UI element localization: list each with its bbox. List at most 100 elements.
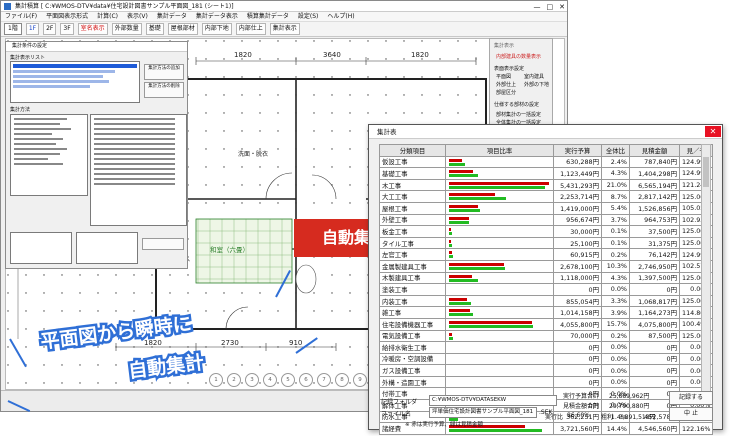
profit-value: 3,891,518円 — [619, 414, 656, 421]
table-row[interactable]: 仮設工事 630,288円 2.4% 787,840円 124.99% — [379, 155, 714, 169]
table-row[interactable]: 板金工事 30,000円 0.1% 37,500円 125.00% — [379, 225, 714, 238]
category-cell: 給排水衛生工事 — [379, 341, 446, 354]
category-tree[interactable] — [10, 114, 88, 196]
save-record-button[interactable]: 記録する — [669, 391, 713, 405]
menu-calc[interactable]: 計算(C) — [97, 12, 118, 21]
column-header: 項目比率 — [445, 144, 554, 157]
minimize-icon[interactable]: — — [534, 2, 541, 11]
ratio-bar-cell — [445, 317, 554, 331]
folder-field[interactable]: C:¥WMOS-DTV¥DATASEKW — [429, 395, 557, 406]
budget-bar — [449, 228, 451, 232]
interior-base-tool[interactable]: 内部下地 — [201, 23, 232, 35]
table-row[interactable]: 塗装工事0円0.0%0円0.00% — [379, 283, 714, 296]
ratio-bar-cell — [445, 375, 554, 389]
floor-select[interactable]: 1階 — [4, 23, 22, 35]
file-name-field[interactable]: 坪単価住宅設計図書サンプル平面図_181 — [429, 407, 537, 418]
method-table[interactable] — [90, 114, 187, 226]
unit-price-box[interactable] — [10, 232, 72, 264]
display-option-box[interactable] — [76, 232, 138, 264]
budget-total-label: 実行予算合計 — [563, 393, 600, 400]
category-cell: 外構・造園工事 — [379, 375, 446, 389]
floor-3f-button[interactable]: 3F — [60, 23, 74, 35]
floor-2f-button[interactable]: 2F — [43, 23, 57, 35]
grid-marker: 1 — [209, 373, 223, 387]
toolbar: 1階 1F 2F 3F 室名表示 外部数量 基礎 屋根部材 内部下地 内部仕上 … — [1, 22, 567, 37]
budget-bar — [449, 262, 504, 266]
table-row[interactable]: 木製建具工事 1,118,000円 4.3% 1,397,500円 125.00% — [379, 271, 714, 285]
table-row[interactable]: 金属製建具工事 2,678,100円 10.3% 2,746,950円 102.57% — [379, 259, 714, 273]
section-label: 集計方法 — [10, 107, 31, 113]
dimension-label: 1820 — [234, 51, 252, 59]
maximize-icon[interactable]: □ — [547, 2, 554, 11]
estimate-bar — [449, 266, 505, 270]
exterior-qty-tool[interactable]: 外部数量 — [111, 23, 142, 35]
aggregate-view-tool[interactable]: 集計表示 — [269, 23, 300, 35]
grid-marker: 2 — [227, 373, 241, 387]
room-name-tool[interactable]: 室名表示 — [77, 23, 108, 35]
category-cell: 仮設工事 — [379, 155, 446, 169]
table-row[interactable]: ガス設備工事0円0.0%0円0.00% — [379, 364, 714, 377]
table-row[interactable]: 電気設備工事 70,000円 0.2% 87,500円 125.00% — [379, 329, 714, 343]
section-label: 集計表示リスト — [10, 55, 46, 61]
table-row[interactable]: 内装工事 855,054円 3.3% 1,068,817円 125.00% — [379, 294, 714, 308]
aggregate-list[interactable] — [10, 61, 140, 103]
scrollbar-thumb[interactable] — [703, 157, 709, 187]
panel-option[interactable]: 部屋区分 — [496, 89, 516, 96]
menu-estimate-data[interactable]: 積算集計データ — [247, 12, 289, 21]
menu-help[interactable]: ヘルプ(H) — [327, 12, 354, 21]
table-row[interactable]: 給排水衛生工事0円0.0%0円0.00% — [379, 341, 714, 354]
ratio-bar-cell — [445, 352, 554, 366]
table-row[interactable]: 左官工事 60,915円 0.2% 76,142円 124.99% — [379, 248, 714, 261]
estimate-cell: 1,068,817円 — [629, 294, 680, 308]
estimate-bar — [449, 185, 545, 189]
budget-cell: 70,000円 — [553, 329, 602, 343]
delete-method-button[interactable]: 集計方法の削除 — [144, 82, 184, 98]
add-method-button[interactable]: 集計方法の追加 — [144, 64, 184, 80]
close-icon[interactable]: ✕ — [705, 126, 721, 137]
menu-plan-format[interactable]: 平面図表示形式 — [46, 12, 88, 21]
interior-finish-tool[interactable]: 内部仕上 — [235, 23, 266, 35]
table-scrollbar[interactable] — [701, 144, 711, 397]
table-row[interactable]: 雑工事 1,014,158円 3.9% 1,164,273円 114.80% — [379, 306, 714, 319]
window-title: 集計積算 [ C:¥WMOS-DTV¥data¥住宅設計図書サンプル平面図_18… — [15, 3, 234, 10]
panel-option[interactable]: 外部仕上 — [496, 81, 516, 88]
menu-view[interactable]: 表示(V) — [127, 12, 148, 21]
category-cell: 木工事 — [379, 178, 446, 192]
floor-1f-button[interactable]: 1F — [25, 23, 40, 35]
table-row[interactable]: 外構・造園工事0円0.0%0円0.00% — [379, 375, 714, 389]
roof-tool[interactable]: 屋根部材 — [167, 23, 198, 35]
table-row[interactable]: 大工工事 2,253,714円 8.7% 2,817,142円 125.00% — [379, 190, 714, 203]
ratio-bar-cell — [445, 167, 554, 180]
panel-ok-button[interactable] — [142, 238, 184, 250]
category-cell: タイル工事 — [379, 236, 446, 250]
panel-option[interactable]: 外部の下地 — [524, 81, 549, 88]
table-row[interactable]: タイル工事 25,100円 0.1% 31,375円 125.00% — [379, 236, 714, 250]
menu-aggregate-view[interactable]: 集計データ表示 — [196, 12, 238, 21]
table-row[interactable]: 外壁工事 956,674円 3.7% 964,753円 102.93% — [379, 213, 714, 227]
category-cell: 大工工事 — [379, 190, 446, 203]
table-row[interactable]: 住宅設備機器工事 4,055,800円 15.7% 4,075,800円 100.49% — [379, 317, 714, 331]
cancel-button[interactable]: 中 止 — [669, 407, 713, 421]
budget-bar — [449, 204, 478, 208]
menu-aggregate-data[interactable]: 集計データ — [157, 12, 187, 21]
table-row[interactable]: 木工事 5,431,293円 21.0% 6,565,194円 121.24% — [379, 178, 714, 192]
panel-checkbox[interactable]: 部材集計の一括設定 — [496, 111, 541, 118]
estimate-bar — [449, 208, 480, 212]
budget-bar — [449, 332, 452, 336]
table-row[interactable]: 屋根工事 1,419,000円 5.4% 1,526,856円 105.05% — [379, 201, 714, 215]
estimate-bar — [449, 255, 453, 259]
panel-title: 集計条件の設定 — [6, 42, 187, 52]
table-row[interactable]: 基礎工事 1,123,449円 4.3% 1,404,298円 124.99% — [379, 167, 714, 180]
percent-cell: 122.16% — [678, 422, 714, 435]
foundation-tool[interactable]: 基礎 — [145, 23, 164, 35]
estimate-cell: 1,164,273円 — [629, 306, 680, 319]
close-icon[interactable]: ✕ — [559, 2, 565, 11]
category-cell: 冷暖房・空調設備 — [379, 352, 446, 366]
menu-file[interactable]: ファイル(F) — [5, 12, 37, 21]
aggregate-table-dialog: 集計表 ✕ 分類項目 項目比率 実行予算 全体比 見積金額 見／予 仮設工事 63… — [368, 124, 723, 435]
table-row[interactable]: 冷暖房・空調設備0円0.0%0円0.00% — [379, 352, 714, 366]
panel-option[interactable]: 室内建具 — [524, 73, 544, 80]
menu-settings[interactable]: 設定(S) — [298, 12, 319, 21]
panel-option[interactable]: 内部建具の数量表示 — [496, 53, 541, 60]
panel-option[interactable]: 平面図 — [496, 73, 511, 80]
